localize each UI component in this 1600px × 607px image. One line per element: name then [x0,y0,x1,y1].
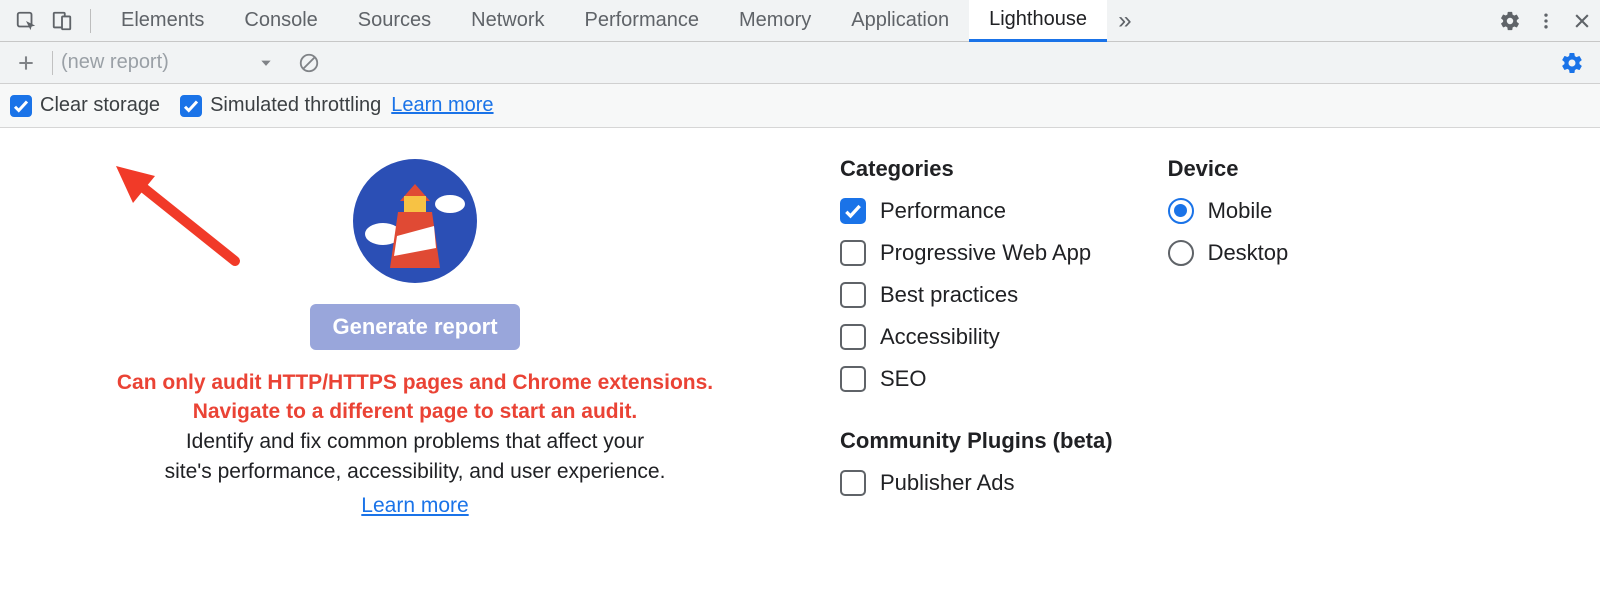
category-performance[interactable]: Performance [840,198,1113,224]
new-report-plus-icon[interactable] [8,45,44,81]
category-best-practices[interactable]: Best practices [840,282,1113,308]
lighthouse-config-panel: Categories Performance Progressive Web A… [830,156,1288,518]
device-section: Device Mobile Desktop [1168,156,1289,518]
lighthouse-toolbar: (new report) [0,42,1600,84]
devtools-tabbar: Elements Console Sources Network Perform… [0,0,1600,42]
tab-console[interactable]: Console [224,0,337,42]
lighthouse-main: Generate report Can only audit HTTP/HTTP… [0,128,1600,518]
simulated-throttling-label: Simulated throttling [210,94,381,117]
plugin-publisher-ads[interactable]: Publisher Ads [840,470,1113,496]
lighthouse-settings-row: Clear storage Simulated throttling Learn… [0,84,1600,128]
more-tabs-icon[interactable]: » [1107,3,1143,39]
tab-application[interactable]: Application [831,0,969,42]
chevron-down-icon [259,56,273,70]
clear-storage-label: Clear storage [40,94,160,117]
tab-network[interactable]: Network [451,0,564,42]
lighthouse-logo-icon [350,156,480,286]
report-dropdown[interactable]: (new report) [61,51,281,74]
close-devtools-icon[interactable] [1564,3,1600,39]
main-learn-more-link[interactable]: Learn more [361,494,468,518]
device-mobile[interactable]: Mobile [1168,198,1289,224]
lighthouse-settings-gear-icon[interactable] [1554,45,1590,81]
categories-section: Categories Performance Progressive Web A… [840,156,1113,518]
simulated-throttling-checkbox[interactable]: Simulated throttling [180,94,381,117]
generate-report-button[interactable]: Generate report [310,304,519,350]
report-dropdown-label: (new report) [61,51,169,74]
audit-description-text: Identify and fix common problems that af… [165,427,666,488]
settings-gear-icon[interactable] [1492,3,1528,39]
toolbar2-divider [52,51,53,75]
category-pwa[interactable]: Progressive Web App [840,240,1113,266]
device-desktop[interactable]: Desktop [1168,240,1289,266]
tab-sources[interactable]: Sources [338,0,451,42]
community-plugins-heading: Community Plugins (beta) [840,428,1113,454]
inspect-element-icon[interactable] [8,3,44,39]
tab-lighthouse[interactable]: Lighthouse [969,0,1107,42]
clear-storage-checkbox[interactable]: Clear storage [10,94,160,117]
audit-warning-text: Can only audit HTTP/HTTPS pages and Chro… [117,368,713,427]
settings-learn-more-link[interactable]: Learn more [391,94,493,117]
clear-report-icon[interactable] [291,45,327,81]
category-accessibility[interactable]: Accessibility [840,324,1113,350]
device-heading: Device [1168,156,1289,182]
categories-heading: Categories [840,156,1113,182]
lighthouse-start-panel: Generate report Can only audit HTTP/HTTP… [0,156,830,518]
tab-elements[interactable]: Elements [101,0,224,42]
tab-memory[interactable]: Memory [719,0,831,42]
tabbar-divider [90,9,91,33]
category-seo[interactable]: SEO [840,366,1113,392]
kebab-menu-icon[interactable] [1528,3,1564,39]
tab-performance[interactable]: Performance [565,0,720,42]
annotation-arrow-icon [100,156,260,286]
toggle-device-icon[interactable] [44,3,80,39]
